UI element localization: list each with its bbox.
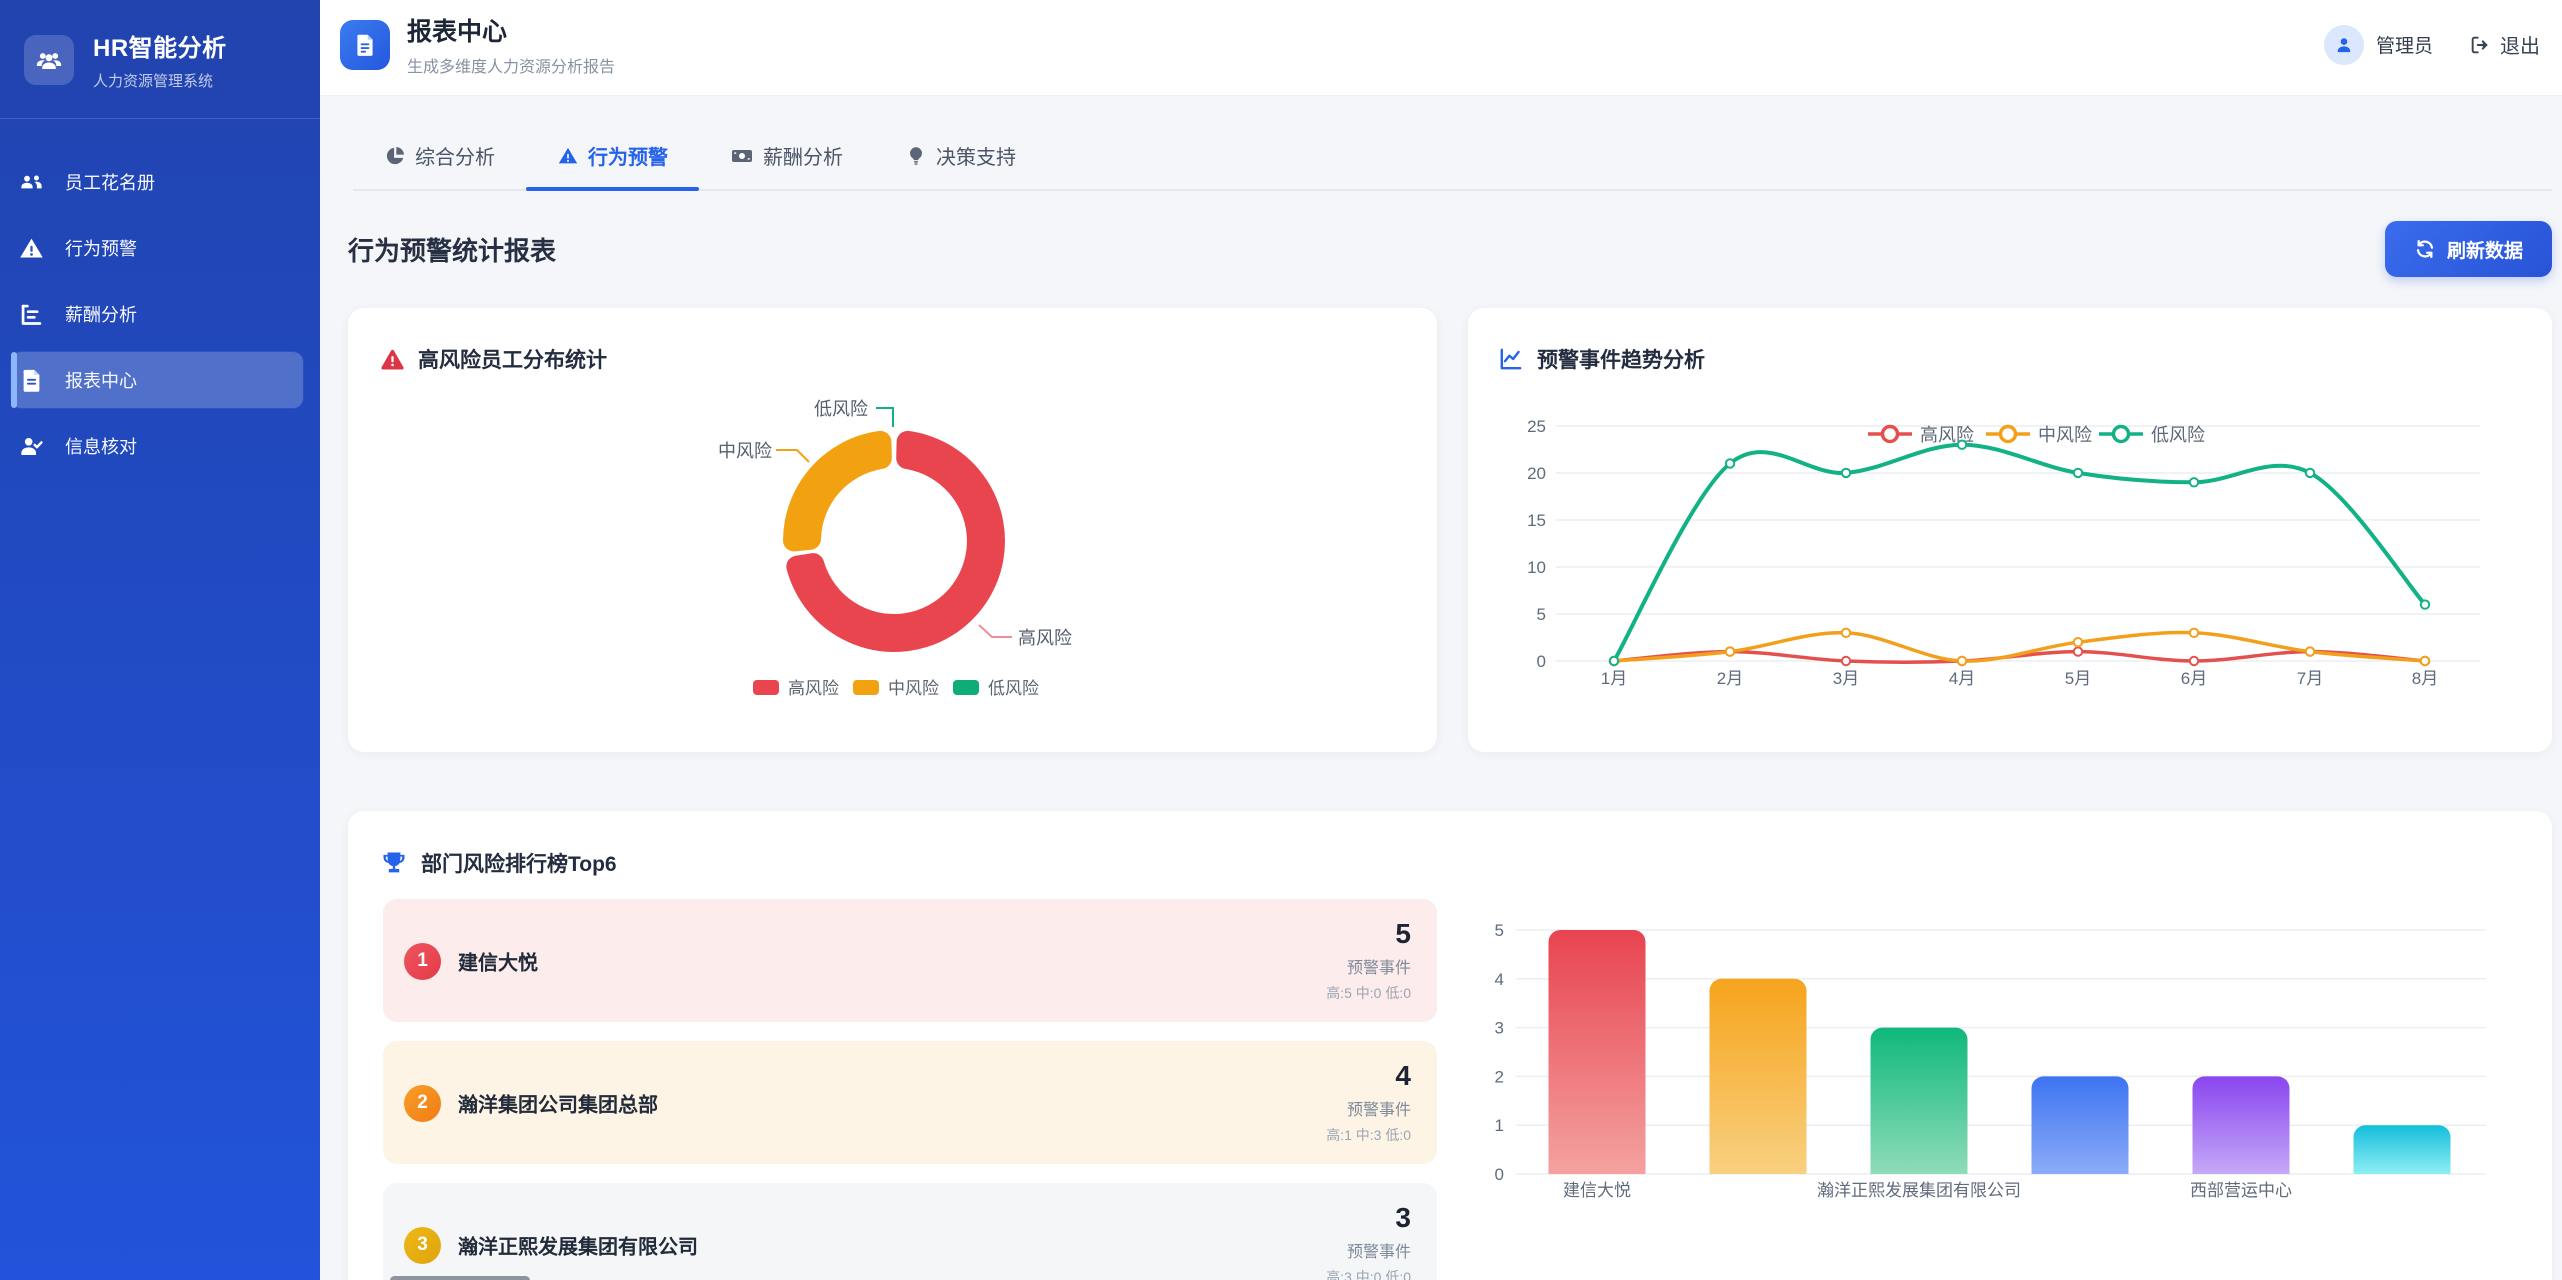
svg-text:建信大悦: 建信大悦 bbox=[1563, 1181, 1631, 1200]
svg-text:7月: 7月 bbox=[2297, 669, 2323, 688]
svg-text:0: 0 bbox=[1537, 652, 1546, 671]
svg-text:5: 5 bbox=[1495, 921, 1504, 940]
svg-text:5: 5 bbox=[1537, 605, 1546, 624]
svg-text:低风险: 低风险 bbox=[814, 399, 868, 419]
svg-text:10: 10 bbox=[1527, 558, 1546, 577]
svg-text:中风险: 中风险 bbox=[718, 441, 772, 461]
svg-text:2: 2 bbox=[1495, 1067, 1504, 1086]
svg-text:中风险: 中风险 bbox=[888, 679, 939, 698]
svg-text:4: 4 bbox=[1495, 970, 1504, 989]
svg-text:15: 15 bbox=[1527, 511, 1546, 530]
svg-text:西部营运中心: 西部营运中心 bbox=[2190, 1181, 2292, 1200]
svg-text:6月: 6月 bbox=[2181, 669, 2207, 688]
svg-text:25: 25 bbox=[1527, 417, 1546, 436]
svg-text:8月: 8月 bbox=[2412, 669, 2438, 688]
svg-text:3月: 3月 bbox=[1833, 669, 1859, 688]
svg-text:20: 20 bbox=[1527, 464, 1546, 483]
svg-text:5月: 5月 bbox=[2065, 669, 2091, 688]
svg-text:3: 3 bbox=[1495, 1019, 1504, 1038]
svg-text:0: 0 bbox=[1495, 1165, 1504, 1184]
svg-text:高风险: 高风险 bbox=[1018, 628, 1072, 648]
svg-text:4月: 4月 bbox=[1949, 669, 1975, 688]
svg-text:低风险: 低风险 bbox=[2151, 425, 2205, 445]
svg-text:瀚洋正熙发展集团有限公司: 瀚洋正熙发展集团有限公司 bbox=[1817, 1181, 2021, 1200]
svg-text:中风险: 中风险 bbox=[2038, 425, 2092, 445]
svg-text:2月: 2月 bbox=[1717, 669, 1743, 688]
svg-text:低风险: 低风险 bbox=[988, 679, 1039, 698]
svg-text:1月: 1月 bbox=[1601, 669, 1627, 688]
svg-text:1: 1 bbox=[1495, 1116, 1504, 1135]
svg-text:高风险: 高风险 bbox=[788, 679, 839, 698]
